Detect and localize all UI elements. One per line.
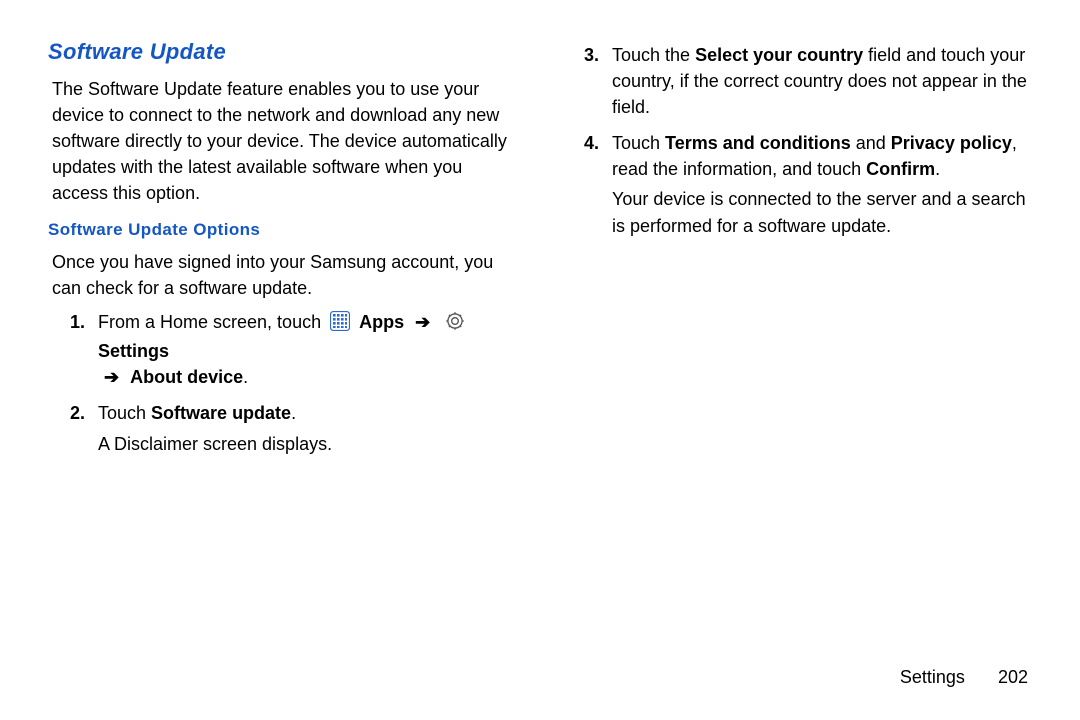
step4-terms-label: Terms and conditions (665, 133, 851, 153)
footer-page-number: 202 (998, 664, 1028, 690)
step2-period: . (291, 403, 296, 423)
step-3: Touch the Select your country field and … (612, 42, 1036, 120)
steps-list-left: From a Home screen, touch Apps ➔ (48, 309, 522, 456)
step-1: From a Home screen, touch Apps ➔ (98, 309, 522, 390)
subheading-options: Software Update Options (48, 218, 522, 243)
footer-section: Settings (900, 667, 965, 687)
heading-software-update: Software Update (48, 36, 522, 68)
step2-software-update-label: Software update (151, 403, 291, 423)
arrow-icon: ➔ (415, 309, 430, 335)
intro-paragraph: The Software Update feature enables you … (52, 76, 522, 206)
step4-privacy-label: Privacy policy (891, 133, 1012, 153)
step1-lead: From a Home screen, touch (98, 312, 321, 332)
settings-gear-icon (445, 311, 465, 338)
step2-sub: A Disclaimer screen displays. (98, 431, 522, 457)
step4-lead: Touch (612, 133, 665, 153)
step-4: Touch Terms and conditions and Privacy p… (612, 130, 1036, 238)
step3-select-country-label: Select your country (695, 45, 863, 65)
step4-confirm-label: Confirm (866, 159, 935, 179)
sub-intro-paragraph: Once you have signed into your Samsung a… (52, 249, 522, 301)
step1-about-device-label: About device (130, 367, 243, 387)
arrow-icon: ➔ (104, 364, 119, 390)
step4-period: . (935, 159, 940, 179)
step1-period: . (243, 367, 248, 387)
apps-grid-icon (330, 311, 350, 338)
page-footer: Settings 202 (900, 664, 1028, 690)
right-column: Touch the Select your country field and … (562, 36, 1036, 684)
step1-settings-label: Settings (98, 341, 169, 361)
step3-lead: Touch the (612, 45, 695, 65)
step1-apps-label: Apps (359, 312, 404, 332)
step2-lead: Touch (98, 403, 151, 423)
step4-sub: Your device is connected to the server a… (612, 186, 1036, 238)
manual-page: Software Update The Software Update feat… (0, 0, 1080, 720)
left-column: Software Update The Software Update feat… (48, 36, 522, 684)
step4-mid1: and (851, 133, 891, 153)
step-2: Touch Software update. A Disclaimer scre… (98, 400, 522, 456)
steps-list-right: Touch the Select your country field and … (562, 42, 1036, 239)
